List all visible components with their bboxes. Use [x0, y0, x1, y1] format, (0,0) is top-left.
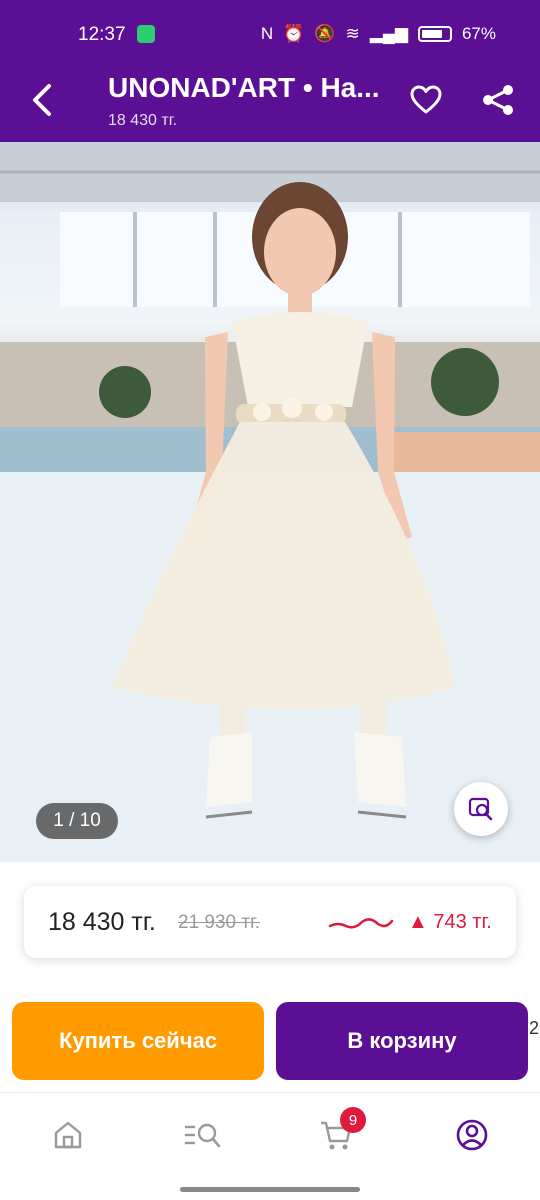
old-price: 21 930 тг. — [178, 912, 260, 933]
nav-catalog[interactable] — [176, 1111, 228, 1159]
signal-icon: ▂▄▆ — [369, 24, 408, 43]
gallery-counter: 1 / 10 — [36, 803, 118, 839]
current-price: 18 430 тг. — [48, 908, 156, 936]
heart-icon — [410, 85, 442, 114]
nav-profile[interactable] — [446, 1111, 498, 1159]
action-bar: Купить сейчас В корзину 2 — [0, 996, 540, 1088]
offscreen-item-peek: 2 — [529, 1018, 540, 1038]
share-button[interactable] — [476, 78, 520, 122]
share-icon — [483, 85, 513, 115]
wifi-icon: ≋ — [345, 24, 360, 43]
battery-level: 67% — [461, 24, 496, 43]
mute-icon: 🔕 — [314, 24, 336, 43]
product-photo-illustration — [0, 142, 540, 862]
image-search-icon — [468, 797, 493, 821]
bottom-nav: 9 — [0, 1092, 540, 1200]
battery-icon — [417, 26, 452, 42]
add-to-cart-button[interactable]: В корзину — [276, 1002, 528, 1080]
visual-search-button[interactable] — [454, 782, 508, 836]
favorite-button[interactable] — [404, 78, 448, 122]
call-icon — [137, 25, 155, 43]
back-button[interactable] — [22, 78, 62, 122]
status-indicators: N ⏰ 🔕 ≋ ▂▄▆ 67% — [261, 24, 496, 44]
status-time: 12:37 — [78, 24, 126, 45]
system-home-indicator[interactable] — [180, 1187, 360, 1192]
nav-home[interactable] — [42, 1111, 94, 1159]
catalog-search-icon — [185, 1123, 221, 1148]
app-bar: UNONAD'ART • На... 18 430 тг. — [0, 58, 540, 142]
product-photo[interactable] — [0, 142, 540, 862]
nav-cart[interactable]: 9 — [310, 1107, 366, 1159]
home-icon — [54, 1121, 82, 1149]
profile-icon — [456, 1119, 488, 1151]
status-bar: 12:37 N ⏰ 🔕 ≋ ▂▄▆ 67% — [0, 0, 540, 58]
price-history-graph-icon — [328, 918, 394, 929]
page-subtitle-price: 18 430 тг. — [108, 112, 178, 129]
price-card[interactable]: 18 430 тг. 21 930 тг. ▲ 743 тг. — [24, 886, 516, 958]
page-title: UNONAD'ART • На... — [108, 72, 380, 103]
nfc-icon: N — [260, 24, 274, 43]
back-arrow-icon — [33, 84, 51, 116]
alarm-icon: ⏰ — [283, 24, 305, 43]
cart-count-badge: 9 — [340, 1107, 366, 1133]
buy-now-button[interactable]: Купить сейчас — [12, 1002, 264, 1080]
price-change: ▲ 743 тг. — [408, 911, 492, 933]
